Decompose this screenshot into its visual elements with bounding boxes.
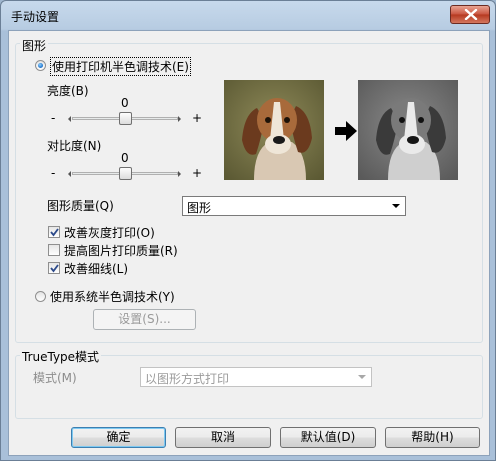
color-preview-image [224,80,324,180]
improve-lines-checkbox[interactable] [48,262,60,274]
contrast-left-arrow-icon [68,171,71,177]
quality-select[interactable]: 图形 [182,196,406,216]
check-icon [50,228,59,237]
truetype-mode-value: 以图形方式打印 [145,372,230,386]
contrast-plus: + [192,166,203,180]
check-icon [50,264,59,273]
dialog-window: 手动设置 图形 使用打印机半色调技术(E) 亮度(B) 0 - + 对比度(N)… [0,0,496,461]
contrast-slider-thumb[interactable] [118,167,132,180]
contrast-minus: - [51,166,56,180]
truetype-group-label: TrueType模式 [20,348,102,365]
brightness-slider-thumb[interactable] [118,112,132,125]
help-button[interactable]: 帮助(H) [385,427,480,448]
halftone-settings-button[interactable]: 设置(S)... [93,309,196,330]
brightness-value: 0 [121,96,129,110]
default-button[interactable]: 默认值(D) [280,427,376,448]
brightness-plus: + [192,111,203,125]
truetype-mode-select[interactable]: 以图形方式打印 [140,367,372,387]
close-button[interactable] [450,5,490,24]
quality-select-value: 图形 [187,201,212,215]
contrast-value: 0 [121,151,129,165]
contrast-label: 对比度(N) [47,139,102,153]
window-title: 手动设置 [11,10,60,24]
improve-pattern-label[interactable]: 提高图片打印质量(R) [64,242,178,259]
brightness-left-arrow-icon [68,116,71,122]
improve-gray-label[interactable]: 改善灰度打印(O) [64,224,155,241]
contrast-right-arrow-icon [178,171,181,177]
system-halftone-radio[interactable] [35,291,46,302]
improve-pattern-checkbox[interactable] [48,244,60,256]
cancel-button[interactable]: 取消 [175,427,271,448]
printer-halftone-radio[interactable] [35,60,46,71]
improve-lines-label[interactable]: 改善细线(L) [64,260,128,277]
brightness-minus: - [51,111,56,125]
graphics-group-label: 图形 [20,37,49,54]
brightness-right-arrow-icon [178,116,181,122]
improve-gray-checkbox[interactable] [48,226,60,238]
grayscale-preview-image [358,80,458,180]
system-halftone-label[interactable]: 使用系统半色调技术(Y) [50,288,175,305]
dialog-client: 图形 使用打印机半色调技术(E) 亮度(B) 0 - + 对比度(N) 0 - … [8,30,490,456]
truetype-mode-label: 模式(M) [33,371,77,385]
printer-halftone-label[interactable]: 使用打印机半色调技术(E) [50,57,191,76]
close-icon [464,9,478,20]
title-bar[interactable]: 手动设置 [1,1,495,29]
arrow-right-icon [335,121,357,144]
quality-label: 图形质量(Q) [47,199,114,213]
ok-button[interactable]: 确定 [71,427,166,448]
brightness-label: 亮度(B) [47,84,89,98]
chevron-down-icon [392,204,400,208]
chevron-down-icon [358,375,366,379]
